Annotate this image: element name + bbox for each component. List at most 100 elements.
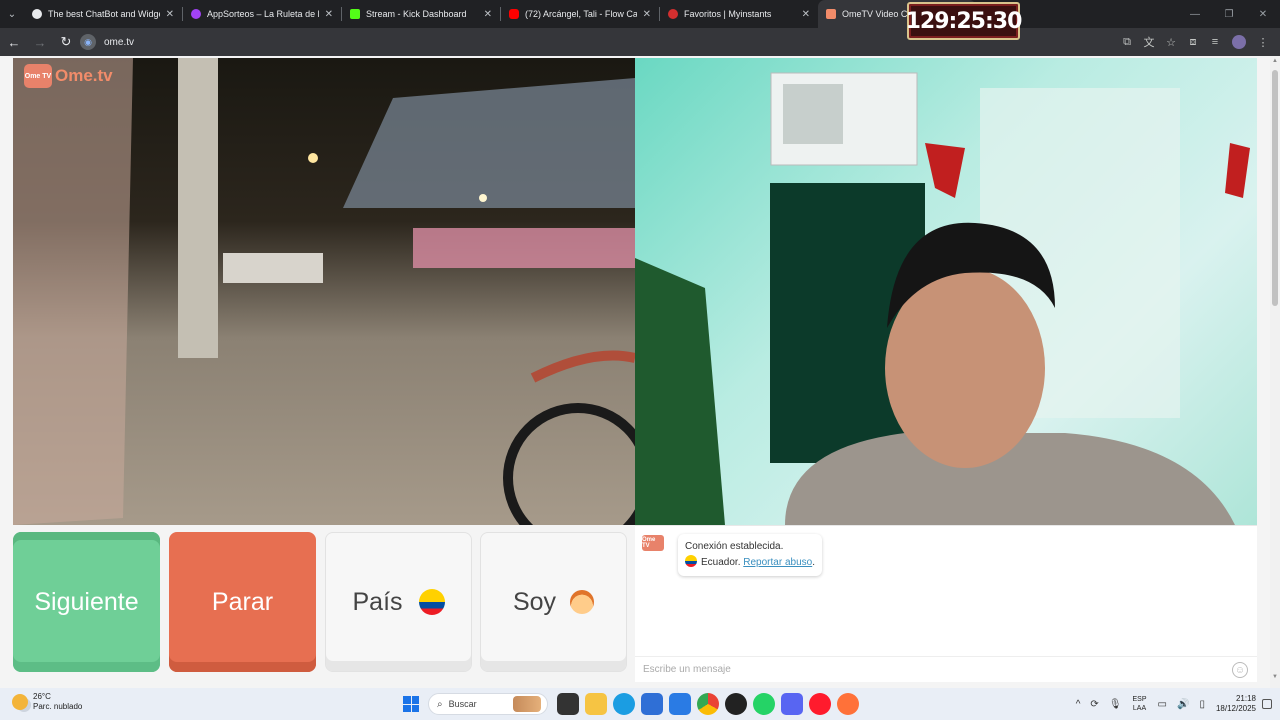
task-view-icon[interactable] <box>557 693 579 715</box>
ecuador-flag-icon <box>685 555 697 567</box>
tab-close-icon[interactable]: ✕ <box>802 9 810 20</box>
volume-icon[interactable]: 🔊 <box>1177 699 1189 710</box>
windows-start-icon[interactable] <box>403 696 419 712</box>
ometv-chat-logo-icon: Ome TV <box>642 535 664 551</box>
browser-tab[interactable]: (72) Arcángel, Tali - Flow Cabró ✕ <box>501 0 659 28</box>
install-app-icon[interactable]: ⧉ <box>1116 36 1138 49</box>
sync-icon[interactable]: ⟳ <box>1090 699 1098 710</box>
ometv-page: Ome TV Ome.tv Siguiente Parar País Soy O… <box>0 56 1280 688</box>
site-info-icon[interactable]: ◉ <box>80 34 96 50</box>
translate-icon[interactable]: 文 <box>1138 34 1160 50</box>
tab-title: (72) Arcángel, Tali - Flow Cabró <box>525 9 637 19</box>
tab-title: Favoritos | Myinstants <box>684 9 772 19</box>
ometv-logo-text: Ome.tv <box>55 66 113 85</box>
toolbar-icons: ⧉ 文 ☆ ⧈ ≡ ⋮ <box>1116 28 1274 56</box>
tab-favicon-icon <box>350 9 360 19</box>
menu-icon[interactable]: ⋮ <box>1252 36 1274 49</box>
report-abuse-link[interactable]: Reportar abuso <box>743 557 812 568</box>
scroll-thumb[interactable] <box>1272 70 1278 306</box>
partly-cloudy-icon <box>12 694 28 710</box>
scroll-up-icon[interactable]: ▲ <box>1270 58 1280 70</box>
window-controls: — ❐ ✕ <box>1178 0 1280 28</box>
message-input[interactable] <box>643 664 1203 675</box>
browser-tab[interactable]: The best ChatBot and Widgets ✕ <box>24 0 182 28</box>
tab-favicon-icon <box>668 9 678 19</box>
search-highlight-icon <box>513 696 541 712</box>
bookmark-star-icon[interactable]: ☆ <box>1160 36 1182 49</box>
weather-widget[interactable]: 26°C Parc. nublado <box>12 692 82 712</box>
battery-icon[interactable]: ▯ <box>1199 699 1205 710</box>
tab-close-icon[interactable]: ✕ <box>325 9 333 20</box>
emoji-icon[interactable]: ☺ <box>1232 662 1248 678</box>
report-suffix: . <box>812 557 815 568</box>
tab-title: Stream - Kick Dashboard <box>366 9 467 19</box>
lang-line-1: ESP <box>1132 696 1147 703</box>
lang-line-2: LAA <box>1132 705 1147 712</box>
system-message: Conexión establecida. Ecuador. Reportar … <box>678 534 822 576</box>
country-filter-button[interactable]: País <box>325 532 472 672</box>
browser-tab-bar: ⌄ The best ChatBot and Widgets ✕ AppSort… <box>0 0 1280 28</box>
discord-icon[interactable] <box>781 693 803 715</box>
tab-close-icon[interactable]: ✕ <box>484 9 492 20</box>
language-indicator[interactable]: ESP LAA <box>1133 695 1147 713</box>
edge-icon[interactable] <box>613 693 635 715</box>
gender-button[interactable]: Soy <box>480 532 627 672</box>
connection-status-text: Conexión establecida. <box>685 541 784 552</box>
tab-favicon-icon <box>32 9 42 19</box>
outlook-icon[interactable] <box>669 693 691 715</box>
next-button-label: Siguiente <box>34 587 139 616</box>
back-icon[interactable]: ← <box>2 28 26 56</box>
taskbar-search-label: Buscar <box>448 699 477 709</box>
profile-avatar[interactable] <box>1232 35 1246 49</box>
timer-overlay: 129:25:30 <box>906 2 1022 40</box>
ometv-logo-icon: Ome TV <box>24 64 52 88</box>
tab-close-icon[interactable]: ✕ <box>643 9 651 20</box>
chrome-icon[interactable] <box>697 693 719 715</box>
country-line: Ecuador. Reportar abuso. <box>685 555 815 571</box>
tab-search-icon[interactable]: ⌄ <box>0 0 24 28</box>
search-icon: ⌕ <box>437 698 443 710</box>
next-button[interactable]: Siguiente <box>13 532 160 672</box>
stranger-video: Ome TV Ome.tv <box>13 58 635 525</box>
extensions-icon[interactable]: ⧈ <box>1182 36 1204 49</box>
opera-icon[interactable] <box>809 693 831 715</box>
browser-tab[interactable]: AppSorteos – La Ruleta de la Su ✕ <box>183 0 341 28</box>
close-window-icon[interactable]: ✕ <box>1246 0 1280 28</box>
taskbar-search[interactable]: ⌕ Buscar <box>428 693 548 715</box>
weather-temp: 26°C <box>33 692 51 701</box>
store-icon[interactable] <box>641 693 663 715</box>
microphone-icon[interactable]: 🎙 <box>1109 699 1122 710</box>
page-scrollbar[interactable]: ▲ ▼ <box>1270 56 1280 688</box>
weather-desc: Parc. nublado <box>33 702 83 711</box>
minimize-icon[interactable]: — <box>1178 0 1212 28</box>
forward-icon[interactable]: → <box>28 28 52 56</box>
clock[interactable]: 21:18 18/12/2025 <box>1216 694 1256 714</box>
windows-taskbar: 26°C Parc. nublado ⌕ Buscar ^ ⟳ 🎙 ESP LA… <box>0 688 1280 720</box>
tab-favicon-icon <box>509 9 519 19</box>
tab-favicon-icon <box>191 9 201 19</box>
obs-icon[interactable] <box>725 693 747 715</box>
tab-close-icon[interactable]: ✕ <box>166 9 174 20</box>
country-button-label: País <box>352 587 403 616</box>
show-hidden-icons-icon[interactable]: ^ <box>1076 699 1081 710</box>
clock-time: 21:18 <box>1235 694 1256 703</box>
stop-button[interactable]: Parar <box>169 532 316 672</box>
message-input-bar: ☺ <box>635 656 1257 682</box>
reload-icon[interactable]: ↻ <box>54 28 78 56</box>
maximize-icon[interactable]: ❐ <box>1212 0 1246 28</box>
whatsapp-icon[interactable] <box>753 693 775 715</box>
tab-title: The best ChatBot and Widgets <box>48 9 160 19</box>
system-tray: ^ ⟳ 🎙 ESP LAA ▭ 🔊 ▯ 21:18 18/12/2025 <box>1071 688 1280 720</box>
self-video-scene <box>635 72 1250 525</box>
stranger-video-scene <box>13 58 635 525</box>
network-icon[interactable]: ▭ <box>1158 699 1167 710</box>
scroll-down-icon[interactable]: ▼ <box>1270 674 1280 686</box>
browser-tab[interactable]: Stream - Kick Dashboard ✕ <box>342 0 500 28</box>
tab-title: AppSorteos – La Ruleta de la Su <box>207 9 319 19</box>
file-explorer-icon[interactable] <box>585 693 607 715</box>
notification-icon[interactable] <box>1262 699 1272 709</box>
tab-favicon-icon <box>826 9 836 19</box>
media-icon[interactable]: ≡ <box>1204 36 1226 48</box>
browser-tab[interactable]: Favoritos | Myinstants ✕ <box>660 0 818 28</box>
firefox-icon[interactable] <box>837 693 859 715</box>
